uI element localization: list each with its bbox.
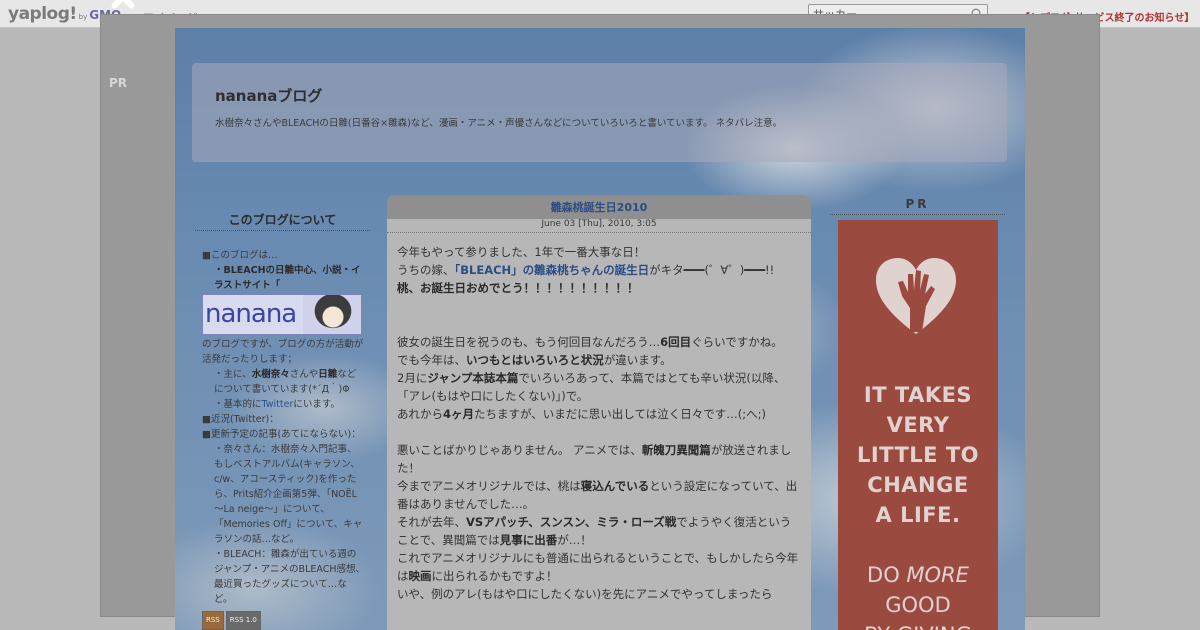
article-text: 今年もやって参りました、1年で一番大事な日！ (397, 245, 646, 259)
about-blog-body: ■このブログは… ・BLEACHの日雛中心、小説・イラストサイト「 nanana… (202, 248, 365, 630)
frame-pr-label: PR (109, 76, 128, 90)
rss-buttons: RSS RSS 1.0 (202, 611, 365, 630)
article-title[interactable]: 雛森桃誕生日2010 (387, 195, 811, 219)
blog-title[interactable]: nananaブログ (215, 85, 322, 106)
article-text: でも今年は、いつもとはいろいろと状況が違います。 (397, 353, 672, 367)
twitter-link[interactable]: Twitter (262, 399, 294, 410)
rss-button[interactable]: RSS (202, 611, 224, 630)
ad-subline: DO MORE GOOD BY GIVING (864, 563, 972, 630)
upcoming-posts: ■更新予定の記事(あてにならない)： (202, 429, 361, 440)
about-line: ・BLEACHの日雛中心、小説・イラストサイト「 (202, 263, 365, 293)
character-avatar (303, 295, 361, 334)
article-text: 悪いことばかりじゃありません。 アニメでは、斬魄刀異聞篇が放送されました！ (397, 443, 792, 475)
about-line: ・基本的にTwitterにいます。 (214, 399, 340, 410)
charity-ad-banner[interactable]: IT TAKES VERY LITTLE TO CHANGE A LIFE. D… (838, 220, 998, 630)
right-pr-heading: PR (830, 197, 1005, 215)
nanana-banner[interactable]: nanana (202, 294, 362, 335)
article: 雛森桃誕生日2010 June 03 [Thu], 2010, 3:05 今年も… (387, 195, 811, 630)
close-icon[interactable] (98, 0, 148, 12)
article-text: 今までアニメオリジナルでは、桃は寝込んでいるという設定になっていて、出番はありま… (397, 479, 798, 511)
upcoming-bleach: ・BLEACH：雛森が出ている週のジャンプ・アニメのBLEACH感想、最近買った… (214, 549, 365, 605)
article-text: あれから4ヶ月たちますが、いまだに思い出しては泣く日々です…(;へ;) (397, 407, 766, 421)
about-line-bold: ・BLEACHの日雛中心、小説・イラストサイト「 (214, 265, 361, 291)
blog-page: nananaブログ 水樹奈々さんやBLEACHの日雛(日番谷×雛森)など、漫画・… (175, 28, 1025, 630)
upcoming-nana: ・奈々さん：水樹奈々入門記事、もしベストアルバム(キャラソン、c/w、アコーステ… (214, 444, 363, 545)
article-body: 今年もやって参りました、1年で一番大事な日！ うちの嫁、「BLEACH」の雛森桃… (387, 233, 811, 603)
about-line: ■このブログは… (202, 250, 278, 261)
nanana-banner-text: nanana (205, 299, 297, 329)
article-text: 2月にジャンプ本誌本篇でいろいろあって、本篇ではとても辛い状況(以降、「アレ(も… (397, 371, 786, 403)
about-blog-heading: このブログについて (195, 211, 370, 231)
ad-headline: IT TAKES VERY LITTLE TO CHANGE A LIFE. (856, 383, 980, 527)
article-text: 彼女の誕生日を祝うのも、もう何回目なんだろう…6回目ぐらいですかね。 (397, 335, 783, 349)
about-line: ・主に、水樹奈々さんや日雛などについて書いています(*´Д｀)Φ (214, 369, 357, 395)
heart-hand-icon (876, 258, 956, 334)
blog-description: 水樹奈々さんやBLEACHの日雛(日番谷×雛森)など、漫画・アニメ・声優さんなど… (215, 118, 783, 129)
logo-by: by (78, 13, 88, 21)
article-text: うちの嫁、「BLEACH」の雛森桃ちゃんの誕生日がキタ━━━(゜∀゜)━━━!! (397, 263, 775, 277)
article-text: それが去年、VSアパッチ、スンスン、ミラ・ローズ戦でようやく復活ということで、異… (397, 515, 792, 547)
rss1-button[interactable]: RSS 1.0 (225, 611, 261, 630)
about-line: のブログですが、ブログの方が活動が活発だったりします； (202, 339, 364, 365)
article-text: これでアニメオリジナルにも普通に出られるということで、もしかしたら今年は映画に出… (397, 551, 799, 583)
recent-twitter: ■近況(Twitter)： (202, 414, 279, 425)
article-text: 桃、お誕生日おめでとう！！！！！！！！！！ (397, 281, 639, 295)
article-text: いや、例のアレ(もはや口にしたくない)を先にアニメでやってしまったら (397, 587, 773, 601)
logo-main: yaplog! (8, 4, 77, 24)
blog-header: nananaブログ 水樹奈々さんやBLEACHの日雛(日番谷×雛森)など、漫画・… (192, 63, 1007, 162)
article-date: June 03 [Thu], 2010, 3:05 (387, 219, 811, 233)
